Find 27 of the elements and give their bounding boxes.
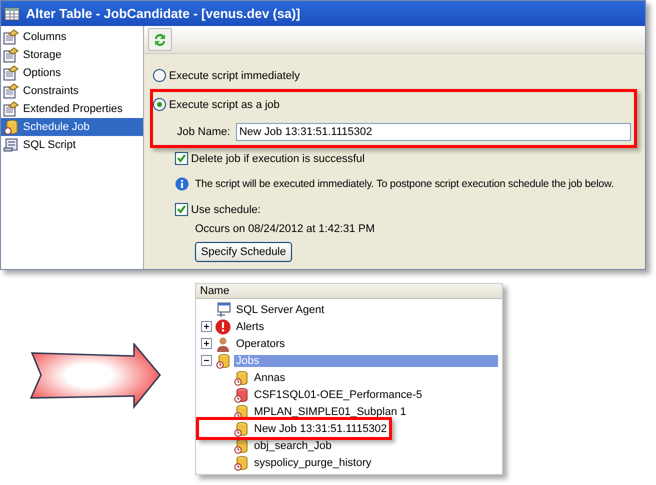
- tree-item[interactable]: Alerts: [234, 320, 266, 332]
- column-header: Name: [196, 284, 502, 299]
- window-title: Alter Table - JobCandidate - [venus.dev (sa)]: [26, 6, 300, 21]
- schedule-text: Occurs on 08/24/2012 at 1:42:31 PM: [194, 222, 376, 237]
- tree-item[interactable]: New Job 13:31:51.1115302: [252, 422, 389, 434]
- sidebar-item[interactable]: Constraints: [1, 82, 143, 100]
- tree-item[interactable]: Operators: [234, 338, 287, 350]
- tree-item[interactable]: obj_search_Job: [252, 440, 334, 452]
- sidebar-item[interactable]: Storage: [1, 46, 143, 64]
- job-name-field[interactable]: New Job 13:31:51.1115302: [236, 123, 632, 141]
- checkbox-label: Delete job if execution is successful: [191, 152, 365, 164]
- field-label: Job Name:: [177, 126, 230, 138]
- radio-option[interactable]: Execute script as a job: [153, 98, 634, 111]
- radio-option[interactable]: Execute script immediately: [153, 69, 634, 82]
- tree-item[interactable]: MPLAN_SIMPLE01_Subplan 1: [252, 406, 408, 418]
- checkbox-label: Use schedule:: [191, 204, 261, 216]
- tree-item[interactable]: CSF1SQL01-OEE_Performance-5: [252, 388, 424, 400]
- tree-item[interactable]: SQL Server Agent: [234, 304, 326, 316]
- sidebar-item[interactable]: Extended Properties: [1, 100, 143, 118]
- info-text: The script will be executed immediately. To postpone script execution schedule the job below.: [195, 178, 614, 190]
- sidebar-item[interactable]: SQL Script: [1, 136, 143, 154]
- specify-schedule-button[interactable]: Specify Schedule: [195, 242, 292, 262]
- tree-item[interactable]: Annas: [252, 372, 288, 384]
- sidebar-item[interactable]: Options: [1, 64, 143, 82]
- sidebar-item[interactable]: Schedule Job: [1, 118, 143, 136]
- sidebar-item[interactable]: Columns: [1, 28, 143, 46]
- tree-item[interactable]: syspolicy_purge_history: [252, 456, 374, 468]
